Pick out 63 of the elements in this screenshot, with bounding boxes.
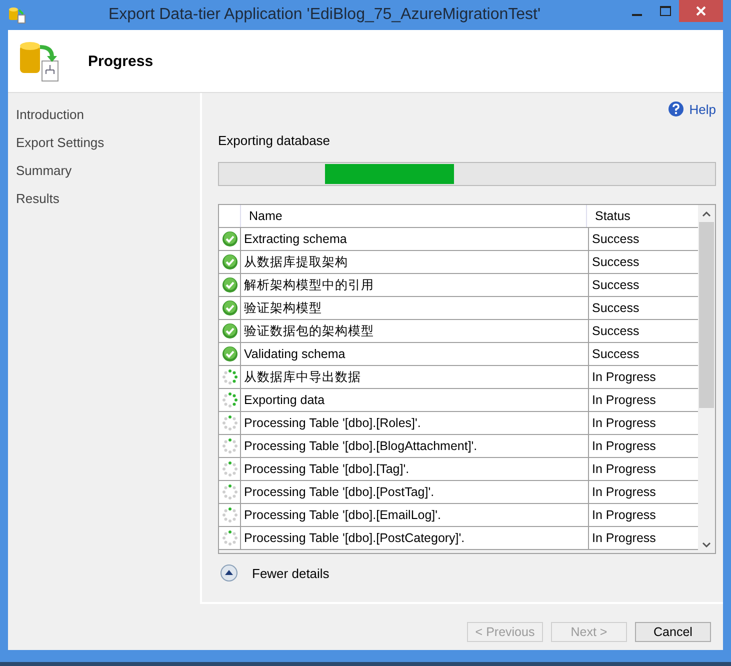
column-header[interactable]: Name <box>241 205 587 227</box>
spinner-icon <box>222 415 238 431</box>
close-button[interactable] <box>679 0 723 22</box>
table-cell: Processing Table '[dbo].[EmailLog]'. <box>241 504 589 526</box>
database-icon <box>8 6 26 24</box>
table-cell: Processing Table '[dbo].[Tag]'. <box>241 458 589 480</box>
help-icon[interactable] <box>668 101 684 117</box>
table-cell-text: Success <box>591 323 640 340</box>
table-cell: 验证架构模型 <box>241 297 589 319</box>
check-circle-icon <box>222 346 238 362</box>
close-icon <box>696 6 706 16</box>
spinner-icon <box>222 484 238 500</box>
check-circle-icon <box>222 300 238 316</box>
table-cell: 解析架构模型中的引用 <box>241 274 589 296</box>
details-toggle[interactable]: Fewer details <box>220 564 716 582</box>
table-cell: 验证数据包的架构模型 <box>241 320 589 342</box>
table-cell-text: Success <box>591 231 640 248</box>
check-circle-icon <box>222 323 238 339</box>
table-cell-text: Success <box>591 254 640 271</box>
spinner-icon <box>222 507 238 523</box>
progress-label: Exporting database <box>218 133 332 148</box>
table-cell: Processing Table '[dbo].[PostTag]'. <box>241 481 589 503</box>
table-cell-text: Success <box>591 346 640 363</box>
nav-item[interactable]: Introduction <box>8 101 200 129</box>
page-title: Progress <box>88 52 154 70</box>
table-cell-text: Success <box>591 277 640 294</box>
cancel-button[interactable]: Cancel <box>635 622 711 642</box>
caret-up-icon[interactable] <box>702 210 711 216</box>
spinner-icon <box>222 369 238 385</box>
table-cell-text: Success <box>591 300 640 317</box>
maximize-icon <box>660 6 670 16</box>
table-cell: Exporting data <box>241 389 589 411</box>
help-link[interactable]: Help <box>689 102 716 116</box>
nav-item[interactable]: Export Settings <box>8 129 200 157</box>
table-cell: Extracting schema <box>241 228 589 250</box>
check-circle-icon <box>222 254 238 270</box>
collapse-icon <box>220 564 238 582</box>
table-cell: Processing Table '[dbo].[Roles]'. <box>241 412 589 434</box>
table-cell-text: In Progress <box>591 461 657 478</box>
spinner-icon <box>222 461 238 477</box>
check-circle-icon <box>222 277 238 293</box>
table-cell-text: In Progress <box>591 369 657 386</box>
nav-item[interactable]: Results <box>8 185 200 213</box>
caret-down-icon[interactable] <box>702 542 711 548</box>
table-cell: Validating schema <box>241 343 589 365</box>
table-cell-text: In Progress <box>591 530 657 547</box>
table-cell: Processing Table '[dbo].[BlogAttachment]'. <box>241 435 589 457</box>
spinner-icon <box>222 530 238 546</box>
table-cell-text: In Progress <box>591 438 657 455</box>
nav-item[interactable]: Summary <box>8 157 200 185</box>
table-cell: Processing Table '[dbo].[PostCategory]'. <box>241 527 589 549</box>
check-circle-icon <box>222 231 238 247</box>
table-cell-text: In Progress <box>591 507 657 524</box>
spinner-icon <box>222 438 238 454</box>
window-title: Export Data-tier Application 'EdiBlog_75_AzureMigrationTest' <box>107 6 542 24</box>
table-cell-text: In Progress <box>591 484 657 501</box>
table-cell-text: In Progress <box>591 415 657 432</box>
table-cell: 从数据库提取架构 <box>241 251 589 273</box>
minimize-icon <box>632 14 642 16</box>
table-cell-text: In Progress <box>591 392 657 409</box>
table-cell: 从数据库中导出数据 <box>241 366 589 388</box>
column-header[interactable]: Status <box>587 205 698 227</box>
spinner-icon <box>222 392 238 408</box>
